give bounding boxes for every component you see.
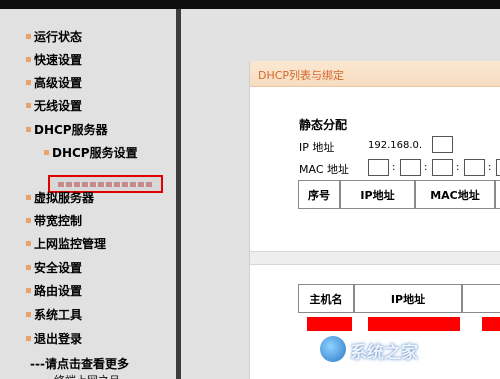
more-link-continued[interactable]: 终端上网之旦 — [54, 372, 174, 379]
mac-separator: : — [488, 162, 492, 173]
bullet-icon — [26, 127, 31, 132]
menu-item-quick-setup[interactable]: 快速设置 — [26, 50, 82, 70]
bullet-icon — [26, 57, 31, 62]
table-header-cut — [495, 180, 500, 209]
section-band — [250, 251, 500, 265]
panel-title: DHCP列表与绑定 — [258, 69, 345, 82]
bullet-icon — [44, 150, 49, 155]
watermark-text: 系统之家 — [350, 343, 418, 363]
sidebar: 运行状态 快速设置 高级设置 无线设置 DHCP服务器 DHCP服务设置 虚拟服… — [0, 9, 176, 379]
menu-item-security[interactable]: 安全设置 — [26, 258, 82, 278]
mac-field-4[interactable] — [464, 159, 485, 176]
mac-field-5[interactable] — [496, 159, 500, 176]
table-header-mac: MAC地址 — [415, 180, 495, 209]
ip-address-label: IP 地址 — [299, 141, 335, 154]
menu-item-wireless[interactable]: 无线设置 — [26, 96, 82, 116]
dhcp-panel: DHCP列表与绑定 静态分配 IP 地址 192.168.0. MAC 地址 :… — [249, 61, 500, 379]
mac-field-3[interactable] — [432, 159, 453, 176]
mac-separator: : — [424, 162, 428, 173]
content-area: DHCP列表与绑定 静态分配 IP 地址 192.168.0. MAC 地址 :… — [181, 9, 500, 379]
menu-item-bandwidth[interactable]: 带宽控制 — [26, 211, 82, 231]
bullet-icon — [26, 195, 31, 200]
mac-field-2[interactable] — [400, 159, 421, 176]
redacted-ip — [368, 317, 460, 331]
menu-item-dhcp-server[interactable]: DHCP服务器 — [26, 120, 108, 140]
ip-last-octet-input[interactable] — [432, 136, 453, 153]
top-bar — [0, 0, 500, 9]
panel-header: DHCP列表与绑定 — [250, 61, 500, 87]
table-header-cut-2 — [462, 284, 500, 313]
mac-field-1[interactable] — [368, 159, 389, 176]
menu-item-logout[interactable]: 退出登录 — [26, 329, 82, 349]
more-link[interactable]: ---请点击查看更多 — [30, 355, 129, 372]
menu-item-system-tools[interactable]: 系统工具 — [26, 305, 82, 325]
menu-item-monitoring[interactable]: 上网监控管理 — [26, 234, 106, 254]
menu-item-routing[interactable]: 路由设置 — [26, 281, 82, 301]
bullet-icon — [26, 34, 31, 39]
bullet-icon — [26, 288, 31, 293]
menu-item-status[interactable]: 运行状态 — [26, 27, 82, 47]
static-allocation-heading: 静态分配 — [299, 118, 348, 132]
menu-item-advanced[interactable]: 高级设置 — [26, 73, 82, 93]
ip-prefix: 192.168.0. — [368, 140, 423, 151]
bullet-icon — [26, 80, 31, 85]
bullet-icon — [26, 265, 31, 270]
logo-icon — [320, 336, 346, 362]
watermark: 系统之家 — [320, 334, 496, 374]
mac-address-label: MAC 地址 — [299, 163, 349, 176]
table-header-index: 序号 — [298, 180, 340, 209]
mac-separator: : — [456, 162, 460, 173]
bullet-icon — [26, 312, 31, 317]
mac-separator: : — [392, 162, 396, 173]
redacted-hostname — [307, 317, 352, 331]
redacted-mac — [482, 317, 500, 331]
table-header-ip: IP地址 — [340, 180, 415, 209]
bullet-icon — [26, 241, 31, 246]
menu-item-virtual-server[interactable]: 虚拟服务器 — [26, 188, 94, 208]
bullet-icon — [26, 336, 31, 341]
table-header-hostname: 主机名 — [298, 284, 354, 313]
blurred-label — [58, 182, 153, 187]
table-header-ip-2: IP地址 — [354, 284, 462, 313]
bullet-icon — [26, 218, 31, 223]
menu-item-dhcp-settings[interactable]: DHCP服务设置 — [44, 143, 138, 163]
bullet-icon — [26, 103, 31, 108]
